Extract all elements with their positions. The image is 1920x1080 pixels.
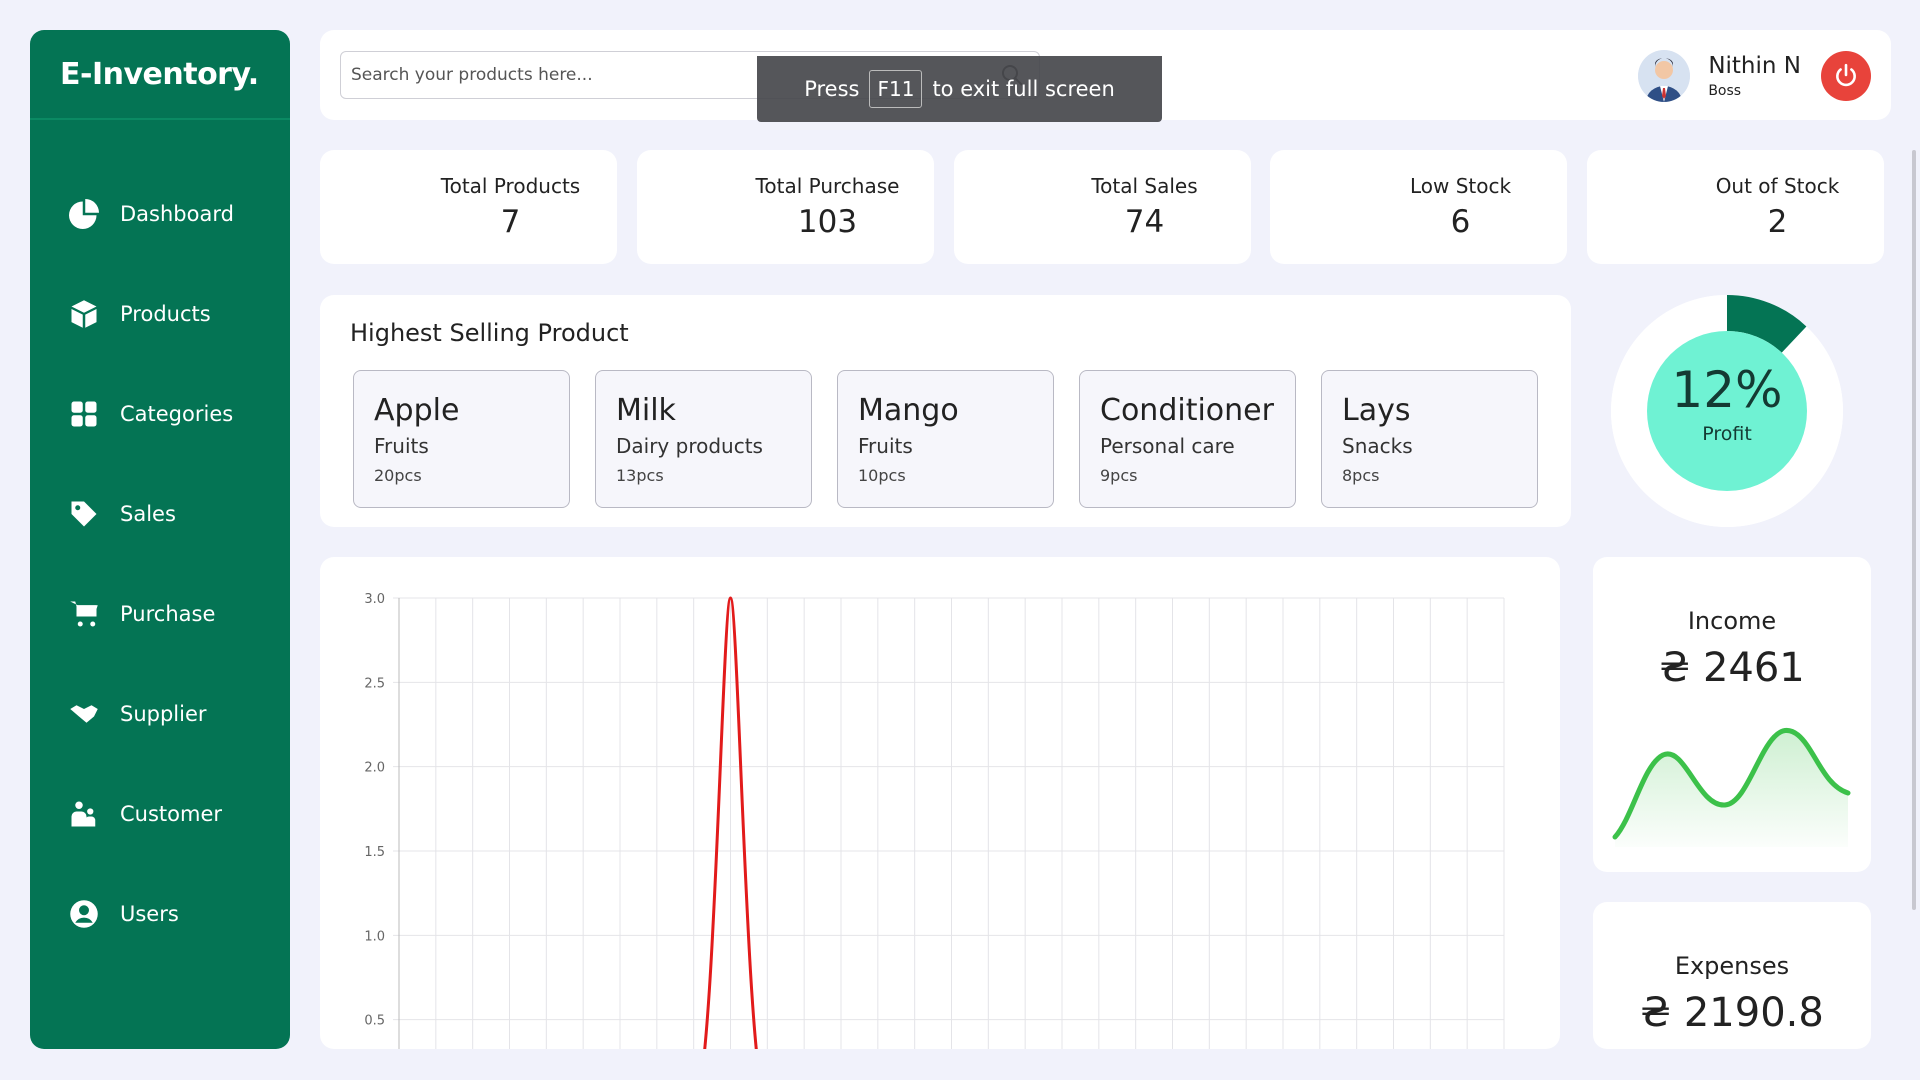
expenses-card: Expenses ₴ 2190.8 (1593, 902, 1871, 1049)
product-qty: 9pcs (1100, 466, 1138, 485)
pie-chart-icon (68, 198, 100, 230)
stat-card-total-products: Total Products 7 (320, 150, 617, 264)
sidebar-nav: Dashboard Products Categories Sales Purc… (30, 120, 290, 964)
box-icon (68, 298, 100, 330)
stat-value: 6 (1450, 204, 1471, 240)
income-value: ₴ 2461 (1659, 645, 1805, 691)
highest-selling-panel: Highest Selling Product Apple Fruits 20p… (320, 295, 1571, 527)
sidebar-item-products[interactable]: Products (30, 264, 290, 364)
sidebar-item-label: Users (120, 902, 179, 926)
handshake-icon (68, 698, 100, 730)
product-name: Milk (616, 393, 676, 428)
product-qty: 10pcs (858, 466, 906, 485)
y-tick-label: 0.5 (364, 1014, 385, 1029)
product-qty: 20pcs (374, 466, 422, 485)
stat-value: 103 (797, 204, 858, 240)
sidebar-item-label: Categories (120, 402, 234, 426)
product-name: Lays (1342, 393, 1411, 428)
product-category: Fruits (374, 434, 429, 458)
stat-card-out-of-stock: Out of Stock 2 (1587, 150, 1884, 264)
product-card-milk[interactable]: Milk Dairy products 13pcs (595, 370, 812, 508)
fullscreen-toast: Press F11 to exit full screen (757, 56, 1162, 122)
income-label: Income (1687, 607, 1777, 635)
y-tick-label: 2.5 (364, 676, 385, 691)
product-card-conditioner[interactable]: Conditioner Personal care 9pcs (1079, 370, 1296, 508)
sidebar-item-label: Sales (120, 502, 176, 526)
y-tick-label: 1.0 (364, 929, 385, 944)
user-role: Boss (1708, 83, 1742, 99)
profit-gauge: 12% Profit (1611, 295, 1843, 527)
sales-chart: 3.0 2.5 2.0 1.5 1.0 0.5 (320, 557, 1560, 1049)
sidebar-item-label: Customer (120, 802, 223, 826)
sidebar-item-label: Supplier (120, 702, 207, 726)
profit-label: Profit (1702, 423, 1752, 445)
stat-label: Total Purchase (755, 174, 900, 198)
stat-label: Total Sales (1091, 174, 1198, 198)
toast-suffix: to exit full screen (932, 77, 1115, 101)
profit-value: 12% (1671, 361, 1783, 419)
line-chart: 3.0 2.5 2.0 1.5 1.0 0.5 (364, 592, 1505, 1049)
expenses-label: Expenses (1674, 952, 1790, 980)
sidebar-item-users[interactable]: Users (30, 864, 290, 964)
product-name: Mango (858, 393, 959, 428)
toast-prefix: Press (804, 77, 860, 101)
user-menu: Nithin N Boss (1638, 50, 1871, 102)
product-card-apple[interactable]: Apple Fruits 20pcs (353, 370, 570, 508)
section-title: Highest Selling Product (350, 319, 629, 347)
product-card-mango[interactable]: Mango Fruits 10pcs (837, 370, 1054, 508)
sidebar-item-categories[interactable]: Categories (30, 364, 290, 464)
sidebar-item-supplier[interactable]: Supplier (30, 664, 290, 764)
logout-button[interactable] (1821, 51, 1871, 101)
people-icon (68, 798, 100, 830)
power-icon (1836, 63, 1856, 87)
expenses-value: ₴ 2190.8 (1640, 990, 1824, 1036)
product-qty: 8pcs (1342, 466, 1380, 485)
sidebar-item-label: Products (120, 302, 211, 326)
sidebar-item-customer[interactable]: Customer (30, 764, 290, 864)
toast-key: F11 (869, 70, 923, 108)
stat-label: Low Stock (1409, 174, 1512, 198)
income-sparkline (1612, 728, 1851, 847)
product-qty: 13pcs (616, 466, 664, 485)
stat-card-total-purchase: Total Purchase 103 (637, 150, 934, 264)
y-tick-label: 2.0 (364, 761, 385, 776)
stat-value: 7 (500, 204, 521, 240)
stat-label: Out of Stock (1715, 174, 1840, 198)
sidebar-item-label: Purchase (120, 602, 216, 626)
y-tick-label: 3.0 (364, 592, 385, 607)
user-circle-icon (68, 898, 100, 930)
stat-card-low-stock: Low Stock 6 (1270, 150, 1567, 264)
stat-card-total-sales: Total Sales 74 (954, 150, 1251, 264)
profit-center: 12% Profit (1647, 331, 1807, 491)
product-name: Apple (374, 393, 460, 428)
product-category: Fruits (858, 434, 913, 458)
y-tick-label: 1.5 (364, 845, 385, 860)
sidebar: E-Inventory. Dashboard Products Categori… (30, 30, 290, 1049)
sidebar-item-label: Dashboard (120, 202, 234, 226)
income-area (1615, 730, 1848, 847)
page-scrollbar[interactable] (1912, 150, 1916, 910)
user-name: Nithin N (1708, 53, 1801, 79)
product-category: Personal care (1100, 434, 1235, 458)
product-card-lays[interactable]: Lays Snacks 8pcs (1321, 370, 1538, 508)
sidebar-item-purchase[interactable]: Purchase (30, 564, 290, 664)
tag-icon (68, 498, 100, 530)
stat-value: 2 (1767, 204, 1788, 240)
stat-value: 74 (1124, 204, 1165, 240)
avatar[interactable] (1638, 50, 1691, 102)
brand-logo[interactable]: E-Inventory. (30, 30, 290, 120)
stat-label: Total Products (440, 174, 581, 198)
grid-icon (68, 398, 100, 430)
sidebar-item-sales[interactable]: Sales (30, 464, 290, 564)
product-category: Snacks (1342, 434, 1413, 458)
user-info: Nithin N Boss (1708, 53, 1801, 99)
product-category: Dairy products (616, 434, 763, 458)
income-card: Income ₴ 2461 (1593, 557, 1871, 872)
cart-icon (68, 598, 100, 630)
sidebar-item-dashboard[interactable]: Dashboard (30, 164, 290, 264)
product-name: Conditioner (1100, 393, 1274, 428)
